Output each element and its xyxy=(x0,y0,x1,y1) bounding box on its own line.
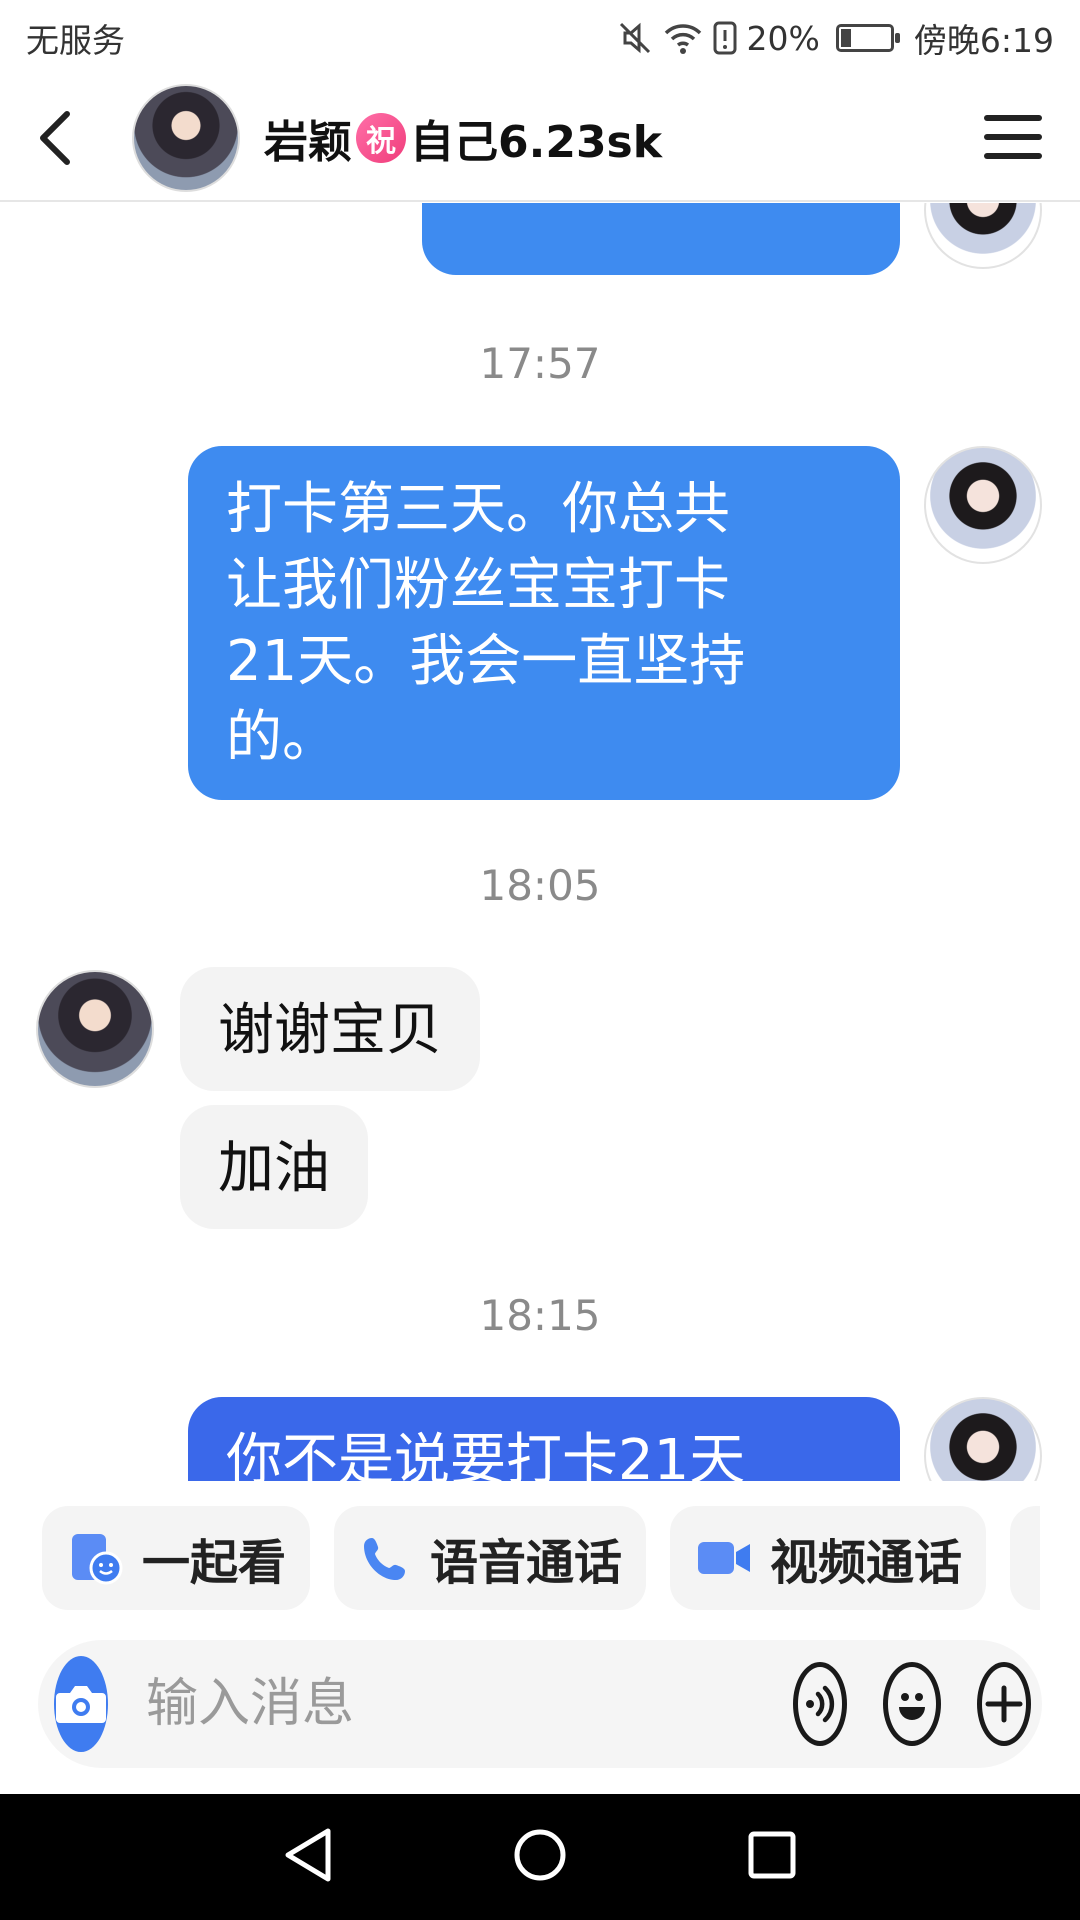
quick-actions-bar: 一起看 语音通话 视频通话 xyxy=(0,1504,1080,1612)
contact-avatar[interactable] xyxy=(36,970,154,1088)
message-line: 打卡第三天。你总共 xyxy=(226,477,730,542)
timestamp: 18:15 xyxy=(479,1291,601,1340)
mute-icon xyxy=(617,20,653,56)
contact-name-part2: 自己6.23sk xyxy=(410,117,663,168)
wifi-icon xyxy=(663,21,703,55)
nav-recents-button[interactable] xyxy=(746,1829,798,1885)
message-text: 加油 xyxy=(218,1136,330,1201)
timestamp: 17:57 xyxy=(479,339,601,388)
voice-wave-icon xyxy=(806,1685,835,1723)
emoji-button[interactable] xyxy=(883,1662,941,1746)
my-avatar[interactable] xyxy=(924,1397,1042,1481)
triangle-back-icon xyxy=(285,1828,331,1882)
more-action-chip[interactable] xyxy=(1010,1506,1041,1610)
voice-input-button[interactable] xyxy=(793,1662,847,1746)
message-text: 你不是说要打卡21天 xyxy=(226,1428,746,1481)
my-avatar[interactable] xyxy=(924,446,1042,564)
hamburger-icon xyxy=(984,115,1042,121)
message-line: 21天。我会一直坚持 xyxy=(226,629,746,694)
smiley-icon xyxy=(899,1693,925,1720)
message-composer xyxy=(38,1640,1042,1768)
my-avatar[interactable] xyxy=(924,203,1042,269)
nav-home-button[interactable] xyxy=(512,1827,568,1887)
message-list[interactable]: 打卡第二天。 17:57 打卡第三天。你总共 让我们粉丝宝宝打卡 21天。我会一… xyxy=(0,203,1080,1481)
square-recents-icon xyxy=(748,1831,796,1879)
contact-name[interactable]: 岩颖 祝 自己6.23sk xyxy=(264,106,662,170)
message-line: 的。 xyxy=(226,705,338,770)
message-text: 打卡第二天。 xyxy=(474,203,810,211)
nav-back-button[interactable] xyxy=(282,1827,334,1887)
battery-icon xyxy=(835,24,900,52)
timestamp: 18:05 xyxy=(479,861,601,910)
celebration-badge: 祝 xyxy=(356,113,406,163)
carrier-label: 无服务 xyxy=(26,21,125,60)
menu-button[interactable] xyxy=(982,106,1044,168)
video-call-button[interactable]: 视频通话 xyxy=(670,1506,987,1610)
message-bubble-incoming[interactable]: 谢谢宝贝 xyxy=(180,967,480,1091)
message-bubble-outgoing[interactable]: 你不是说要打卡21天 xyxy=(188,1397,900,1481)
chevron-left-icon xyxy=(40,111,70,165)
message-bubble-outgoing[interactable]: 打卡第二天。 xyxy=(422,203,900,275)
message-line: 让我们粉丝宝宝打卡 xyxy=(226,553,730,618)
more-button[interactable] xyxy=(977,1662,1031,1746)
camera-button[interactable] xyxy=(54,1656,108,1752)
voice-call-label: 语音通话 xyxy=(430,1535,623,1591)
watch-together-label: 一起看 xyxy=(142,1535,287,1591)
back-button[interactable] xyxy=(0,75,110,201)
contact-name-part1: 岩颖 xyxy=(264,117,352,168)
message-text: 谢谢宝贝 xyxy=(218,998,442,1063)
circle-home-icon xyxy=(514,1829,566,1881)
system-navigation-bar xyxy=(0,1794,1080,1920)
contact-avatar[interactable] xyxy=(132,84,240,192)
plus-icon xyxy=(985,1685,1023,1723)
clock: 傍晚6:19 xyxy=(913,21,1054,60)
message-bubble-outgoing[interactable]: 打卡第三天。你总共 让我们粉丝宝宝打卡 21天。我会一直坚持 的。 xyxy=(188,446,900,800)
battery-percent: 20% xyxy=(746,18,820,58)
phone-icon xyxy=(364,1538,406,1580)
message-bubble-incoming[interactable]: 加油 xyxy=(180,1105,368,1229)
sim-alert-icon xyxy=(713,21,737,55)
video-camera-icon xyxy=(698,1542,751,1574)
voice-call-button[interactable]: 语音通话 xyxy=(334,1506,647,1610)
status-icons: 20% 傍晚6:19 xyxy=(617,14,1054,62)
watch-together-button[interactable]: 一起看 xyxy=(42,1506,311,1610)
camera-icon xyxy=(56,1686,106,1723)
video-call-label: 视频通话 xyxy=(770,1535,963,1591)
message-input[interactable] xyxy=(108,1654,793,1754)
watch-together-icon xyxy=(72,1534,123,1585)
status-bar: 无服务 20% 傍晚6:19 xyxy=(0,0,1080,76)
chat-header: 岩颖 祝 自己6.23sk xyxy=(0,76,1080,202)
